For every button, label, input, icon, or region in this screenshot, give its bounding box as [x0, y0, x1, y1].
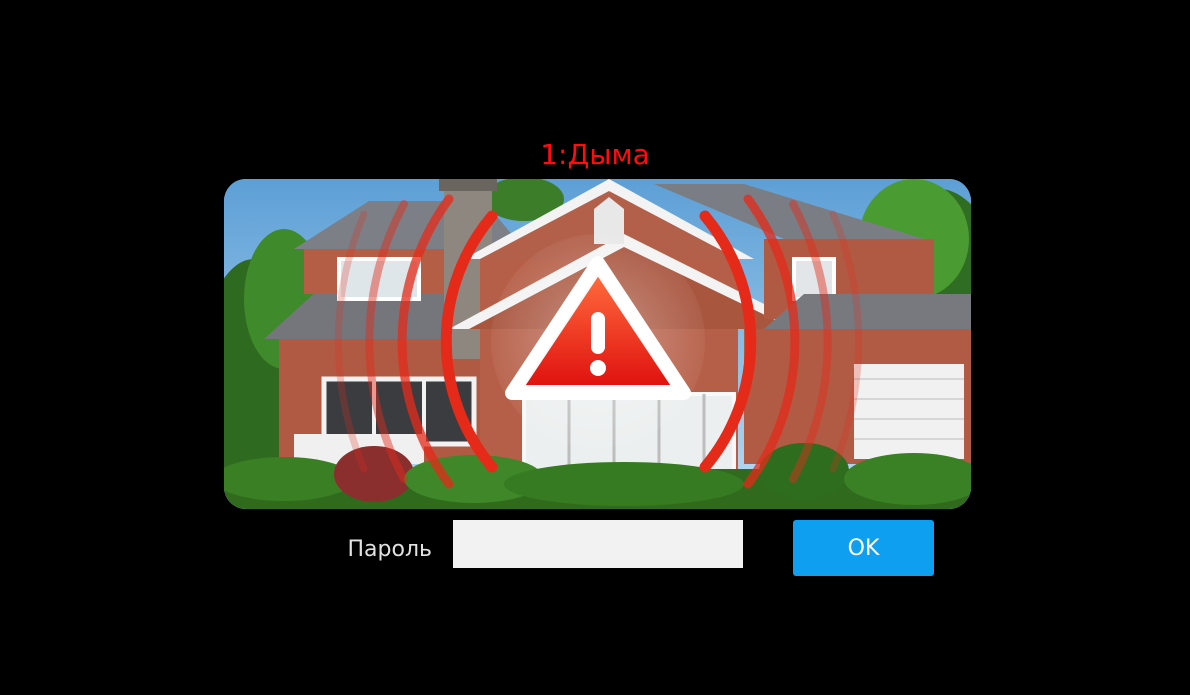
alarm-screen: 1:Дыма Пароль OK: [0, 0, 1190, 695]
password-label: Пароль: [347, 537, 432, 562]
alarm-title: 1:Дыма: [540, 138, 650, 171]
alarm-house-image: [224, 179, 971, 509]
ok-button[interactable]: OK: [793, 520, 934, 576]
password-input[interactable]: [453, 520, 743, 568]
house-illustration: [224, 179, 971, 509]
